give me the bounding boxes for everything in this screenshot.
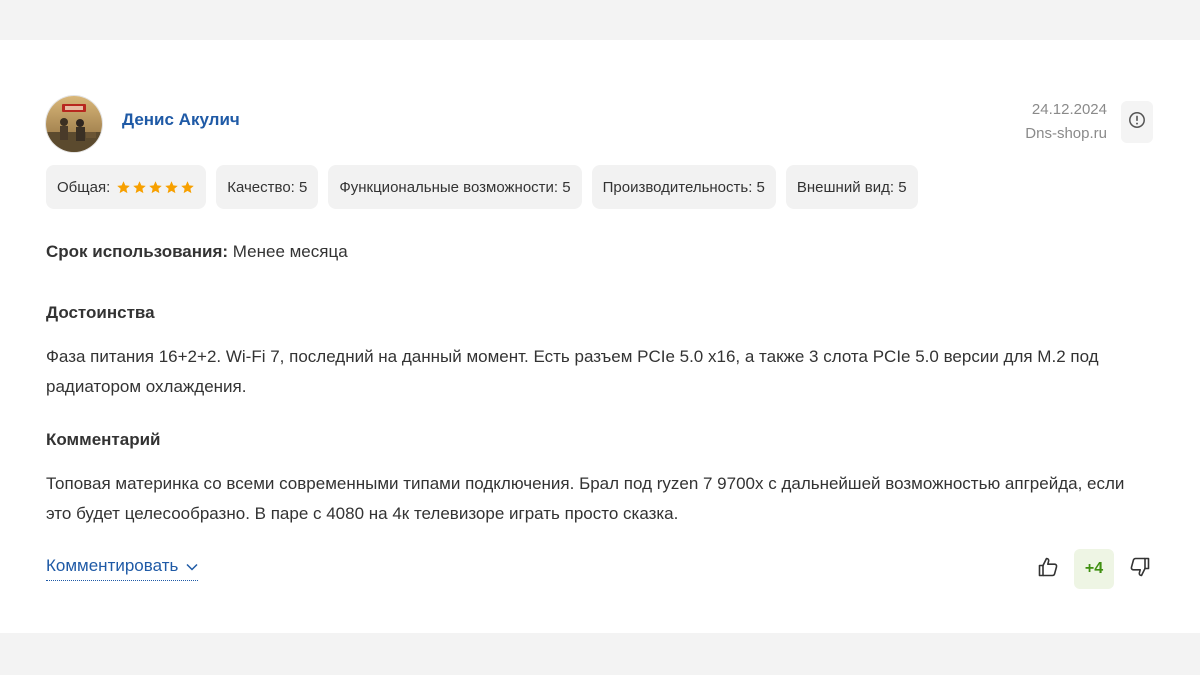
vote-score: +4 <box>1074 549 1114 589</box>
chevron-down-icon <box>186 553 198 579</box>
rating-overall: Общая: <box>46 165 207 209</box>
review-source: Dns-shop.ru <box>1025 125 1107 142</box>
comment-button[interactable]: Комментировать <box>46 553 199 581</box>
like-button[interactable] <box>1033 549 1063 589</box>
usage-period: Срок использования: Менее месяца <box>46 240 348 264</box>
pros-title: Достоинства <box>46 303 155 322</box>
star-icon <box>133 180 146 193</box>
dislike-button[interactable] <box>1125 549 1155 589</box>
star-icon <box>165 180 178 193</box>
star-icon <box>117 180 130 193</box>
comment-title: Комментарий <box>46 430 161 449</box>
avatar[interactable] <box>46 96 102 152</box>
review-meta: 24.12.2024 Dns-shop.ru <box>1025 98 1107 146</box>
review-date: 24.12.2024 <box>1031 101 1107 118</box>
star-icon <box>181 180 194 193</box>
rating-overall-label: Общая: <box>57 178 111 196</box>
ratings-row: Общая: Качество: 5 Функциональные возмож… <box>46 165 918 209</box>
author-name[interactable]: Денис Акулич <box>122 109 240 131</box>
info-button[interactable] <box>1121 101 1153 143</box>
review-card: Денис Акулич 24.12.2024 Dns-shop.ru Обща… <box>0 40 1200 633</box>
pros-text: Фаза питания 16+2+2. Wi-Fi 7, последний … <box>46 347 1099 396</box>
star-icon <box>149 180 162 193</box>
usage-label: Срок использования: <box>46 242 229 261</box>
thumbs-down-icon <box>1128 555 1152 584</box>
rating-quality: Качество: 5 <box>216 165 319 209</box>
comment-button-label: Комментировать <box>46 556 179 575</box>
rating-functionality: Функциональные возможности: 5 <box>328 165 582 209</box>
rating-performance: Производительность: 5 <box>591 165 776 209</box>
thumbs-up-icon <box>1036 555 1060 584</box>
comment-text: Топовая материнка со всеми современными … <box>46 474 1125 523</box>
rating-stars <box>116 180 195 195</box>
info-circle-icon <box>1128 111 1146 134</box>
rating-appearance: Внешний вид: 5 <box>785 165 918 209</box>
usage-value: Менее месяца <box>232 242 348 261</box>
